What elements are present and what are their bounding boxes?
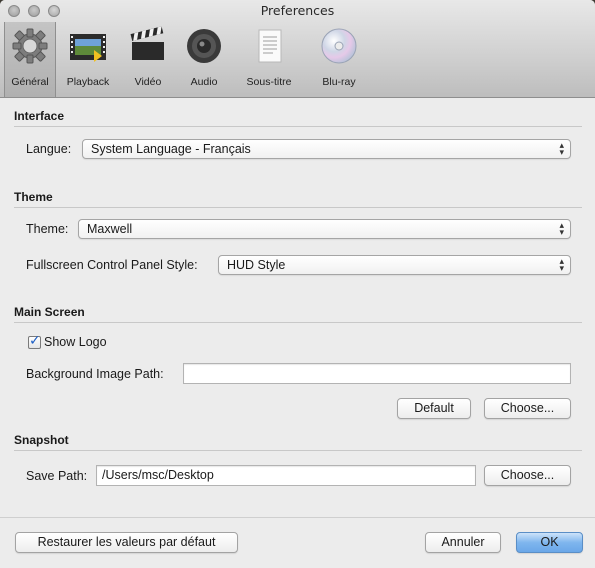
- fullscreen-style-value: HUD Style: [227, 258, 286, 272]
- background-image-path-label: Background Image Path:: [26, 367, 164, 381]
- checkmark-icon: ✓: [29, 333, 41, 349]
- clapperboard-icon: [130, 26, 164, 60]
- default-button[interactable]: Default: [397, 398, 471, 419]
- section-divider: [14, 126, 582, 127]
- section-divider: [14, 450, 582, 451]
- tab-label-audio: Audio: [190, 76, 218, 88]
- tab-playback[interactable]: Playback: [56, 22, 120, 97]
- cancel-button[interactable]: Annuler: [425, 532, 501, 553]
- theme-select[interactable]: Maxwell ▴ ▾: [78, 219, 571, 239]
- tab-general[interactable]: Général: [4, 22, 56, 97]
- footer-divider: [0, 517, 595, 518]
- langue-select[interactable]: System Language - Français ▴ ▾: [82, 139, 571, 159]
- show-logo-checkbox[interactable]: ✓: [28, 333, 41, 349]
- updown-arrows-icon: ▴ ▾: [559, 140, 564, 157]
- updown-arrows-icon: ▴ ▾: [559, 220, 564, 237]
- document-icon: [258, 29, 282, 63]
- section-title-interface: Interface: [14, 109, 65, 123]
- tab-label-subtitle: Sous-titre: [246, 76, 292, 88]
- save-path-field[interactable]: /Users/msc/Desktop: [96, 465, 476, 486]
- section-title-main-screen: Main Screen: [14, 305, 85, 319]
- window-title: Preferences: [260, 3, 335, 18]
- section-divider: [14, 207, 582, 208]
- film-strip-icon: [70, 34, 106, 62]
- disc-icon: [321, 28, 357, 64]
- theme-select-value: Maxwell: [87, 222, 133, 236]
- restore-defaults-button[interactable]: Restaurer les valeurs par défaut: [15, 532, 238, 553]
- show-logo-label: Show Logo: [44, 335, 107, 349]
- gear-icon: [12, 28, 48, 64]
- choose-background-button[interactable]: Choose...: [484, 398, 571, 419]
- theme-label: Theme:: [26, 222, 69, 236]
- fullscreen-style-select[interactable]: HUD Style ▴ ▾: [218, 255, 571, 275]
- section-divider: [14, 322, 582, 323]
- tab-label-general: Général: [11, 76, 49, 88]
- section-title-theme: Theme: [14, 190, 53, 204]
- section-title-snapshot: Snapshot: [14, 433, 69, 447]
- speaker-icon: [187, 29, 221, 63]
- title-toolbar: Preferences Général Playback Vidéo Audio…: [0, 0, 595, 98]
- langue-label: Langue:: [26, 142, 72, 156]
- ok-button[interactable]: OK: [516, 532, 583, 553]
- tab-audio[interactable]: Audio: [176, 22, 232, 97]
- tab-subtitle[interactable]: Sous-titre: [232, 22, 306, 97]
- updown-arrows-icon: ▴ ▾: [559, 256, 564, 273]
- tab-bluray[interactable]: Blu-ray: [306, 22, 372, 97]
- preferences-window: Preferences Général Playback Vidéo Audio…: [0, 0, 595, 568]
- tab-label-video: Vidéo: [134, 76, 162, 88]
- fullscreen-style-label: Fullscreen Control Panel Style:: [26, 258, 198, 272]
- preferences-content: Interface Langue: System Language - Fran…: [0, 99, 595, 568]
- tab-video[interactable]: Vidéo: [120, 22, 176, 97]
- tab-label-playback: Playback: [66, 76, 110, 88]
- choose-snapshot-button[interactable]: Choose...: [484, 465, 571, 486]
- save-path-label: Save Path:: [26, 469, 88, 483]
- tab-label-bluray: Blu-ray: [322, 76, 356, 88]
- langue-select-value: System Language - Français: [91, 142, 251, 156]
- background-image-path-field[interactable]: [183, 363, 571, 384]
- preferences-tabs: Général Playback Vidéo Audio Sous-titre …: [4, 22, 372, 97]
